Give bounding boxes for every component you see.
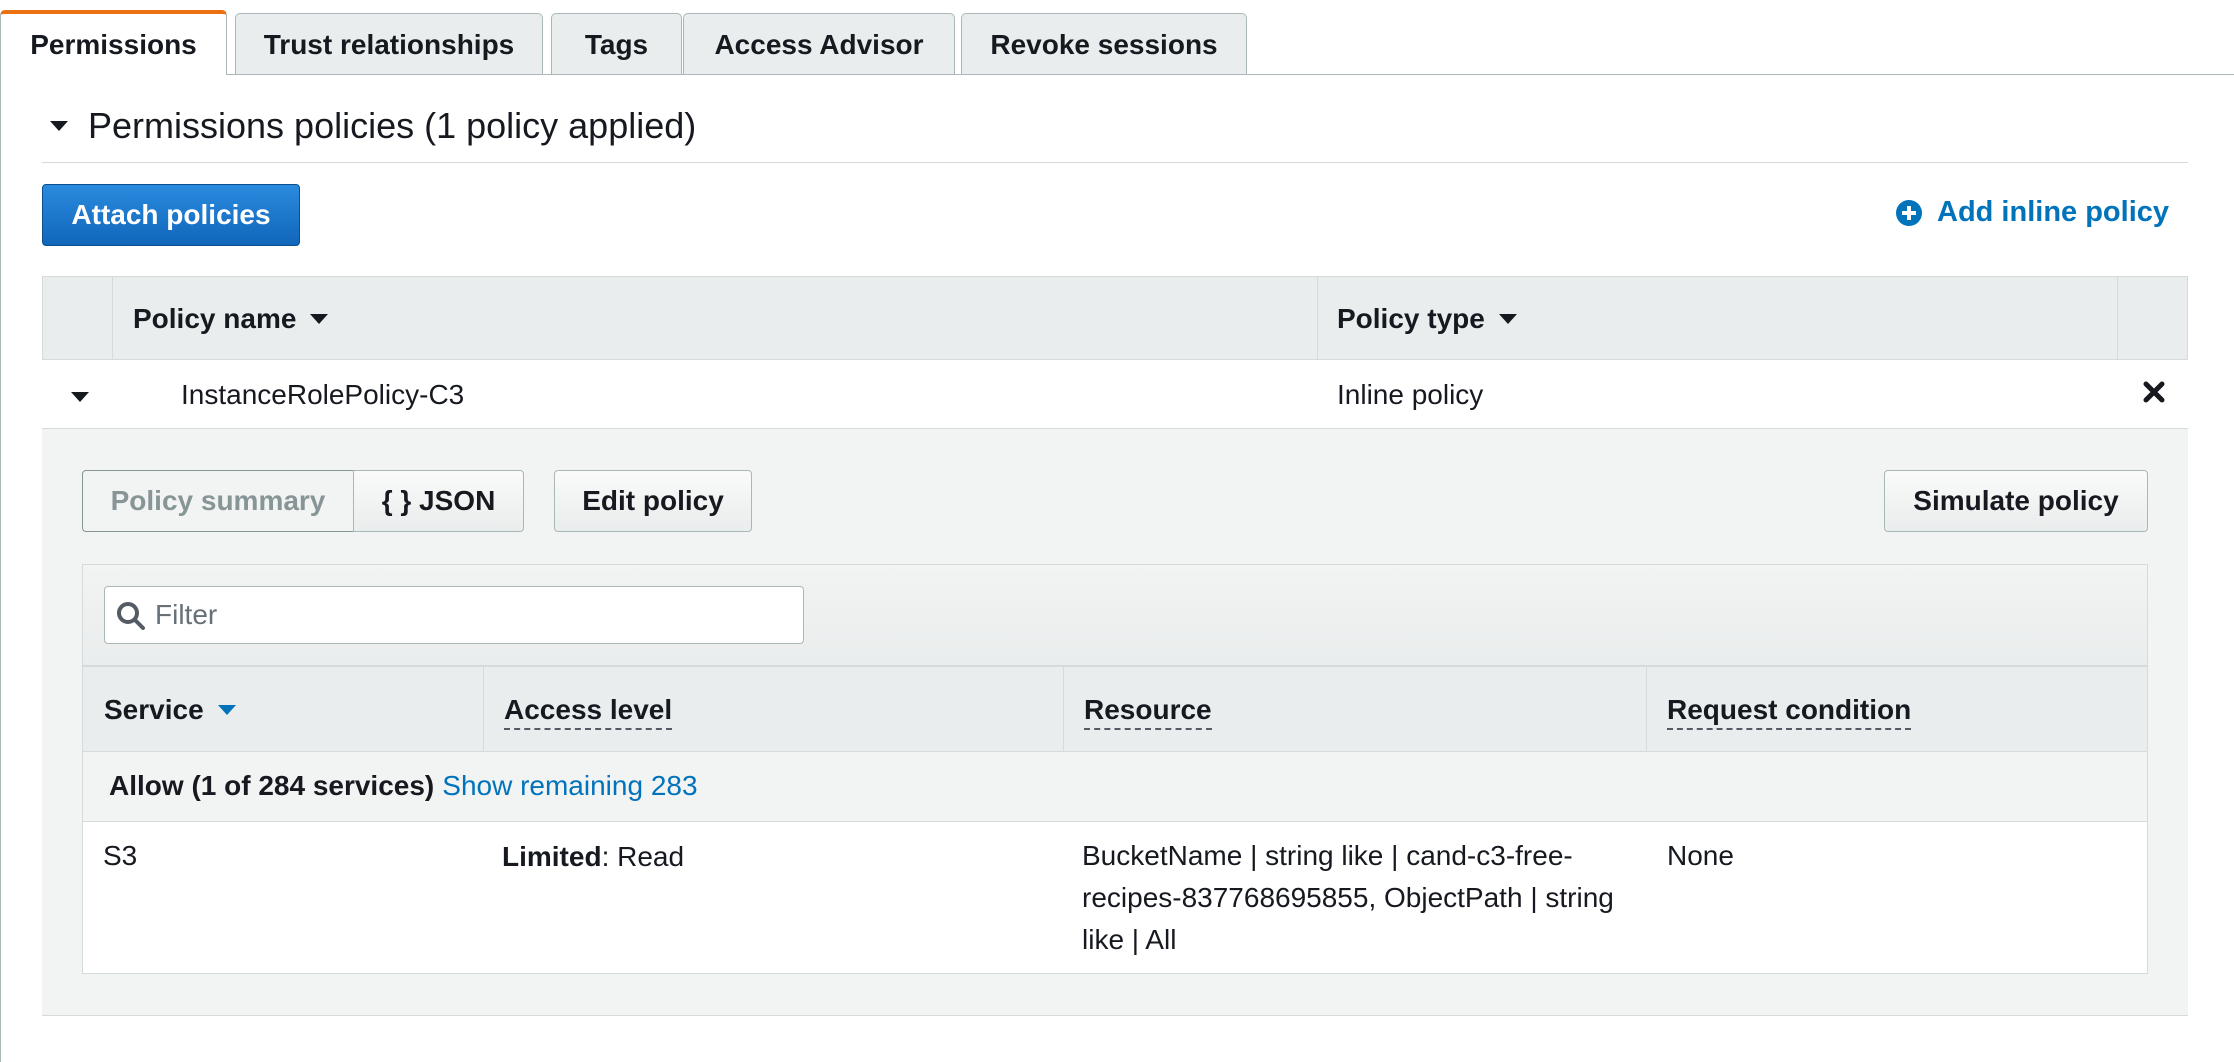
column-resource-label: Resource [1084,694,1212,730]
plus-circle-icon [1896,199,1922,226]
resource-line: BucketName | string like | cand-c3-free- [1082,840,1573,871]
policy-name-cell: InstanceRolePolicy-C3 [181,379,465,410]
tab-trust-relationships[interactable]: Trust relationships [235,13,543,75]
summary-header-divider [483,666,484,752]
policy-type-cell: Inline policy [1337,379,1484,410]
sort-caret-icon [217,705,236,715]
show-remaining-link[interactable]: Show remaining 283 [442,770,697,802]
tab-revoke-sessions[interactable]: Revoke sessions [961,13,1247,75]
tab-access-advisor[interactable]: Access Advisor [683,13,955,75]
remove-policy-icon[interactable] [2143,381,2165,403]
collapse-caret-icon [50,121,68,131]
expand-row-caret-icon[interactable] [71,392,89,402]
header-divider [112,276,113,360]
resource-cell: BucketName | string like | cand-c3-free-… [1082,835,1642,961]
section-divider [42,162,2188,163]
json-toggle[interactable]: { } JSON [353,470,524,532]
policy-summary-toggle[interactable]: Policy summary [82,470,354,532]
column-request-condition-label: Request condition [1667,694,1912,730]
header-divider [1317,276,1318,360]
tab-tags[interactable]: Tags [551,13,682,75]
search-icon [117,602,145,630]
column-policy-name-label: Policy name [133,303,297,334]
edit-policy-button[interactable]: Edit policy [554,470,752,532]
column-service[interactable]: Service [104,694,236,726]
access-level-cell: Limited: Read [502,836,684,878]
column-service-label: Service [104,694,204,725]
section-title: Permissions policies (1 policy applied) [88,105,697,146]
summary-header-divider [1646,666,1647,752]
filter-input[interactable] [104,586,804,644]
tab-permissions[interactable]: Permissions [0,10,227,75]
column-access-level-label: Access level [504,694,673,730]
section-header[interactable]: Permissions policies (1 policy applied) [50,105,696,147]
request-condition-cell: None [1667,840,1734,871]
column-request-condition[interactable]: Request condition [1667,694,1912,730]
column-policy-type[interactable]: Policy type [1337,303,1517,335]
resource-line: like | All [1082,924,1177,955]
column-policy-type-label: Policy type [1337,303,1485,334]
allow-group-label-row: Allow (1 of 284 services) Show remaining… [109,770,698,802]
column-policy-name[interactable]: Policy name [133,303,329,335]
add-inline-policy-label: Add inline policy [1937,196,2170,228]
policy-table-header [42,276,2188,360]
sort-caret-icon [310,314,329,324]
resource-line: recipes-837768695855, ObjectPath | strin… [1082,882,1614,913]
allow-group-label: Allow (1 of 284 services) [109,770,435,801]
sort-caret-icon [1498,314,1517,324]
simulate-policy-button[interactable]: Simulate policy [1884,470,2148,532]
access-level-prefix: Limited [502,841,602,872]
summary-header-divider [1063,666,1064,752]
attach-policies-button[interactable]: Attach policies [42,184,300,246]
add-inline-policy-link[interactable]: Add inline policy [1895,196,2169,229]
header-divider [2117,276,2118,360]
service-link-s3[interactable]: S3 [103,835,137,877]
access-level-suffix: : Read [601,841,685,872]
column-access-level[interactable]: Access level [504,694,673,730]
column-resource[interactable]: Resource [1084,694,1212,730]
